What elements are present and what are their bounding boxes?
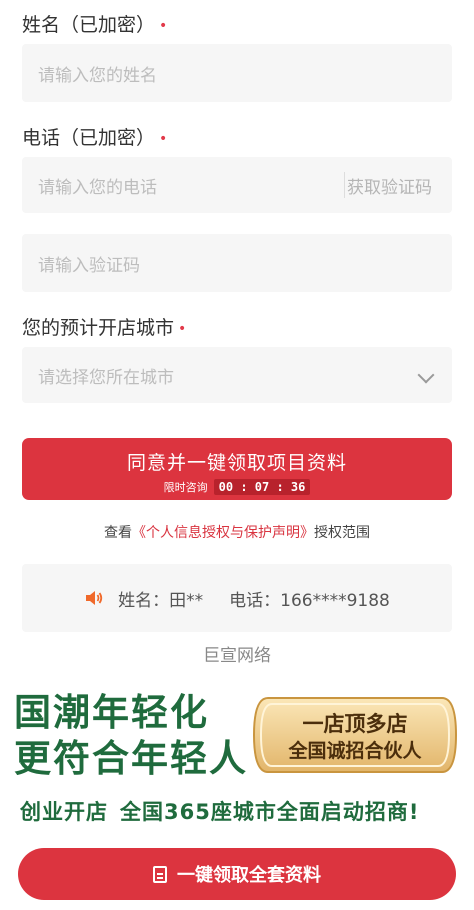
required-mark: • [159, 17, 168, 34]
name-placeholder: 请输入您的姓名 [38, 65, 157, 86]
limit-consult-label: 限时咨询 [163, 481, 208, 494]
speaker-icon [86, 591, 103, 605]
chevron-down-icon [417, 366, 435, 384]
name-label: 姓名（已加密） • [22, 14, 168, 36]
submit-button-label: 同意并一键领取项目资料 [126, 452, 347, 474]
company-name: 巨宣网络 [203, 646, 271, 666]
slogan-part-a: 创业开店 [20, 800, 108, 824]
banner-line2: 更符合年轻人 [14, 737, 248, 780]
limit-consult-row: 限时咨询 00 : 07 : 36 [22, 479, 452, 495]
submit-button[interactable]: 同意并一键领取项目资料 限时咨询 00 : 07 : 36 [22, 438, 452, 500]
privacy-link[interactable]: 《个人信息授权与保护声明》 [132, 525, 314, 541]
signup-name: 姓名：田** [118, 590, 204, 611]
document-icon [153, 865, 167, 883]
required-mark: • [159, 130, 168, 147]
banner-line1: 国潮年轻化 [14, 691, 209, 734]
banner-headline: 国潮年轻化 更符合年轻人 [14, 690, 248, 782]
get-code-button[interactable]: 获取验证码 [347, 173, 432, 198]
lead-form-page: 姓名（已加密） • 请输入您的姓名 电话（已加密） • 请输入您的电话 获取验证码 … [0, 0, 474, 910]
city-label: 您的预计开店城市 • [22, 317, 187, 339]
badge-line1: 一店顶多店 [302, 712, 408, 736]
phone-input[interactable]: 请输入您的电话 获取验证码 [22, 157, 452, 213]
slogan-part-b: 全国365座城市全面启动招商! [120, 800, 420, 824]
privacy-prefix: 查看 [104, 525, 132, 541]
privacy-suffix: 授权范围 [314, 525, 370, 541]
phone-placeholder: 请输入您的电话 [38, 177, 157, 198]
city-placeholder: 请选择您所在城市 [38, 367, 174, 388]
phone-label: 电话（已加密） • [22, 127, 168, 149]
field-divider [344, 172, 345, 198]
banner-slogan: 创业开店 全国365座城市全面启动招商! [20, 796, 419, 826]
city-select[interactable]: 请选择您所在城市 [22, 347, 452, 403]
name-input[interactable]: 请输入您的姓名 [22, 44, 452, 102]
code-input[interactable]: 请输入验证码 [22, 234, 452, 292]
privacy-statement: 查看《个人信息授权与保护声明》授权范围 [0, 522, 474, 542]
partner-badge: 一店顶多店 全国诚招合伙人 [250, 694, 460, 776]
get-materials-label: 一键领取全套资料 [177, 865, 321, 886]
badge-line2: 全国诚招合伙人 [288, 740, 422, 762]
required-mark: • [178, 320, 187, 337]
get-materials-button[interactable]: 一键领取全套资料 [18, 848, 456, 900]
countdown-timer: 00 : 07 : 36 [213, 479, 311, 495]
code-placeholder: 请输入验证码 [38, 255, 140, 276]
recent-signup-notice: 姓名：田** 电话：166****9188 [22, 564, 452, 632]
signup-phone: 电话：166****9188 [229, 590, 390, 611]
